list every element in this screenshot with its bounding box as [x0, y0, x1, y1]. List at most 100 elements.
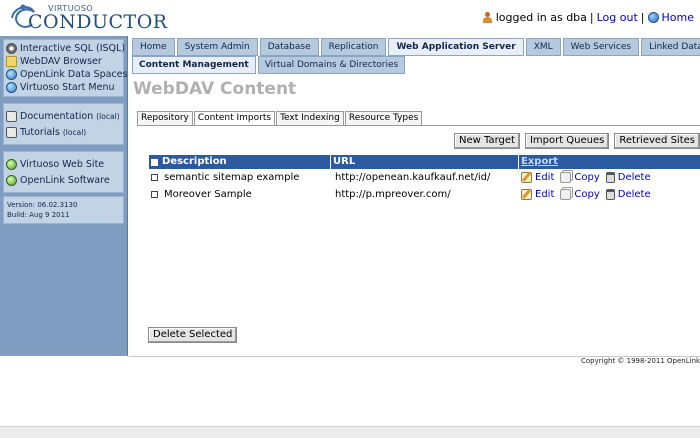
sidebar-item-start-menu[interactable]: Virtuoso Start Menu [6, 81, 121, 94]
description-text: Moreover Sample [164, 189, 252, 200]
sidebar-item-isql[interactable]: Interactive SQL (ISQL) [6, 42, 125, 55]
import-queues-button[interactable]: Import Queues [524, 133, 610, 149]
copy-link[interactable]: Copy [574, 186, 599, 203]
edit-link[interactable]: Edit [535, 169, 554, 186]
tab-repository[interactable]: Repository [137, 111, 193, 126]
sidebar-item-openlink-software[interactable]: OpenLink Software [6, 172, 121, 188]
logout-link[interactable]: Log out [597, 11, 638, 24]
tab-text-indexing[interactable]: Text Indexing [276, 111, 344, 126]
new-target-button[interactable]: New Target [454, 133, 520, 149]
globe-icon [6, 69, 17, 80]
tab-xml[interactable]: XML [525, 38, 561, 56]
url-cell: http://p.mpreover.com/ [335, 189, 451, 200]
copy-icon[interactable] [560, 189, 572, 200]
imports-table: Description URL Export semantic sitemap … [149, 155, 700, 203]
table-row: Moreover Sample http://p.mpreover.com/ E… [149, 186, 700, 203]
globe-icon [6, 174, 17, 186]
sidebar-item-label: Interactive SQL (ISQL) [20, 43, 126, 54]
book-icon [6, 126, 17, 138]
sidebar-tools-group: Interactive SQL (ISQL) WebDAV Browser Op… [3, 39, 127, 97]
sidebar-item-note: (local) [96, 111, 120, 121]
tab-content-imports[interactable]: Content Imports [193, 111, 276, 126]
book-icon [6, 110, 17, 122]
sidebar-item-label: OpenLink Data Spaces [20, 69, 128, 80]
sidebar-item-tutorials[interactable]: Tutorials (local) [6, 124, 121, 140]
copyright-text: Copyright © 1998-2011 OpenLink Software [581, 357, 700, 365]
trash-icon[interactable] [605, 189, 615, 200]
sidebar-item-data-spaces[interactable]: OpenLink Data Spaces [6, 68, 127, 81]
edit-link[interactable]: Edit [535, 186, 554, 203]
edit-icon[interactable] [521, 189, 532, 200]
logo-big-text: CONDUCTOR [28, 11, 168, 33]
globe-icon [6, 82, 17, 93]
sidebar: Interactive SQL (ISQL) WebDAV Browser Op… [0, 36, 128, 356]
inner-tabs: Repository Content Imports Text Indexing… [137, 111, 423, 126]
delete-link[interactable]: Delete [618, 169, 651, 186]
url-cell: http://openean.kaufkauf.net/id/ [335, 172, 491, 183]
description-header-label: Description [162, 156, 227, 167]
sidebar-item-documentation[interactable]: Documentation (local) [6, 108, 121, 124]
sidebar-item-label: Documentation [20, 110, 94, 122]
sidebar-item-label: OpenLink Software [20, 174, 110, 186]
logged-in-text: logged in as dba [495, 11, 587, 24]
home-link[interactable]: Home [662, 11, 694, 24]
sidebar-docs-group: Documentation (local) Tutorials (local) [3, 103, 124, 145]
header: VIRTUOSO CONDUCTOR logged in as dba | Lo… [0, 0, 700, 36]
globe-icon [6, 158, 17, 170]
main-content: Home System Admin Database Replication W… [129, 36, 700, 356]
row-checkbox[interactable] [151, 191, 158, 198]
version-info: Version: 06.02.3130 Build: Aug 9 2011 [3, 196, 124, 224]
table-header: Description URL Export [149, 155, 700, 169]
tab-web-application-server[interactable]: Web Application Server [388, 38, 524, 56]
gear-icon [6, 43, 17, 54]
retrieved-sites-button[interactable]: Retrieved Sites [614, 133, 700, 149]
table-row: semantic sitemap example http://openean.… [149, 169, 700, 186]
trash-icon[interactable] [605, 172, 615, 183]
edit-icon[interactable] [521, 172, 532, 183]
export-header: Export [519, 155, 700, 169]
user-bar: logged in as dba | Log out | Home [482, 11, 694, 24]
tab-resource-types[interactable]: Resource Types [344, 111, 423, 126]
tab-database[interactable]: Database [259, 38, 319, 56]
sidebar-item-label: WebDAV Browser [20, 56, 102, 67]
version-text: Version: 06.02.3130 [7, 201, 78, 209]
tab-system-admin[interactable]: System Admin [176, 38, 258, 56]
tab-divider [137, 125, 700, 126]
status-bar [0, 426, 700, 438]
separator: | [640, 11, 645, 24]
export-link[interactable]: Export [521, 156, 558, 167]
page-title: WebDAV Content [133, 79, 297, 99]
delete-link[interactable]: Delete [618, 186, 651, 203]
sidebar-item-label: Virtuoso Web Site [20, 158, 105, 170]
copy-link[interactable]: Copy [574, 169, 599, 186]
sidebar-item-label: Virtuoso Start Menu [20, 82, 115, 93]
sidebar-item-webdav-browser[interactable]: WebDAV Browser [6, 55, 121, 68]
description-cell: Moreover Sample [149, 186, 331, 203]
url-header: URL [331, 155, 519, 169]
description-cell: semantic sitemap example [149, 169, 331, 186]
user-icon [482, 12, 493, 23]
action-buttons: New Target Import Queues Retrieved Sites [454, 133, 700, 149]
tab-replication[interactable]: Replication [320, 38, 387, 56]
delete-selected-button[interactable]: Delete Selected [148, 327, 238, 343]
folder-icon [6, 56, 17, 67]
actions-cell: Edit Copy Delete [519, 169, 700, 186]
tab-virtual-domains[interactable]: Virtual Domains & Directories [257, 56, 406, 74]
build-text: Build: Aug 9 2011 [7, 211, 70, 219]
description-header: Description [149, 155, 331, 169]
tab-home[interactable]: Home [132, 38, 175, 56]
sidebar-item-label: Tutorials [20, 126, 60, 138]
row-checkbox[interactable] [151, 174, 158, 181]
sidebar-item-note: (local) [62, 127, 87, 137]
actions-cell: Edit Copy Delete [519, 186, 700, 203]
tab-content-management[interactable]: Content Management [132, 56, 256, 74]
select-all-checkbox[interactable] [151, 158, 158, 166]
virtuoso-conductor-logo: VIRTUOSO CONDUCTOR [8, 2, 168, 34]
tab-linked-data[interactable]: Linked Data [641, 38, 700, 56]
sidebar-links-group: Virtuoso Web Site OpenLink Software [3, 151, 124, 193]
sidebar-item-virtuoso-site[interactable]: Virtuoso Web Site [6, 156, 121, 172]
tab-web-services[interactable]: Web Services [562, 38, 640, 56]
sub-tabs: Content Management Virtual Domains & Dir… [132, 56, 406, 74]
copy-icon[interactable] [560, 172, 572, 183]
main-tabs: Home System Admin Database Replication W… [132, 38, 700, 56]
